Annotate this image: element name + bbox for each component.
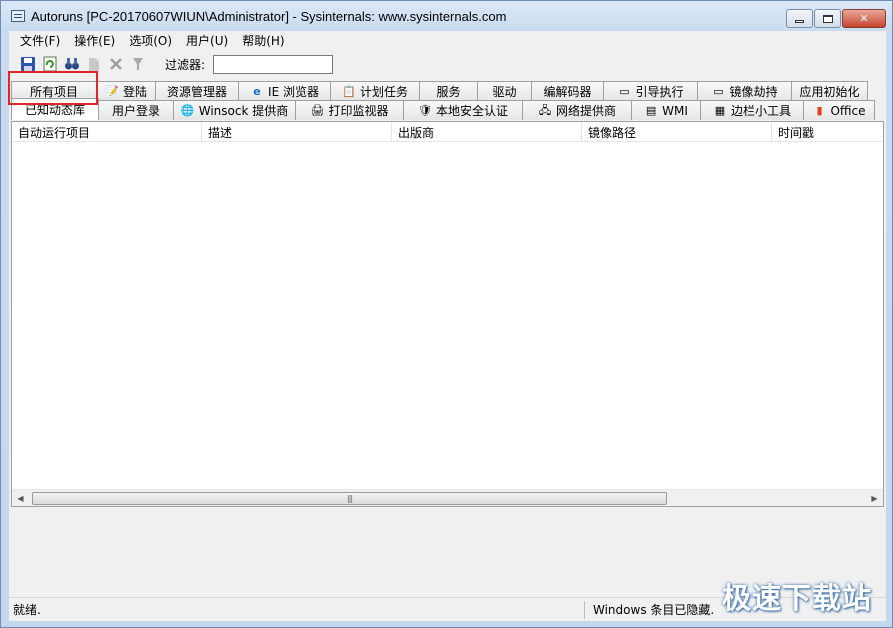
list-header: 自动运行项目 描述 出版商 镜像路径 时间戳 bbox=[12, 122, 883, 142]
column-publisher[interactable]: 出版商 bbox=[392, 122, 582, 142]
minimize-icon bbox=[795, 20, 804, 23]
tab-services[interactable]: 服务 bbox=[419, 81, 478, 101]
menu-action[interactable]: 操作(E) bbox=[67, 32, 122, 49]
filter-label: 过滤器: bbox=[165, 57, 206, 72]
wmi-icon: ▤ bbox=[645, 103, 657, 117]
tab-network-providers[interactable]: 🖧 网络提供商 bbox=[522, 100, 632, 120]
close-icon: ✕ bbox=[859, 12, 869, 25]
tab-sidebar-gadgets[interactable]: ▦ 边栏小工具 bbox=[700, 100, 804, 120]
tab-ie[interactable]: e IE 浏览器 bbox=[238, 81, 331, 101]
tabs-row-1: 所有项目 📝 登陆 资源管理器 e IE 浏览器 📋 计划任务 服务 驱动 编解码器 … bbox=[11, 81, 868, 101]
scroll-left-icon[interactable]: ◀ bbox=[12, 490, 29, 507]
printer-icon: 🖨 bbox=[310, 103, 325, 117]
tab-winlogon[interactable]: 用户登录 bbox=[98, 100, 174, 120]
network-icon: 🖧 bbox=[538, 103, 552, 117]
submit-icon[interactable] bbox=[129, 55, 147, 73]
globe-icon: 🌐 bbox=[180, 103, 195, 117]
tab-explorer[interactable]: 资源管理器 bbox=[155, 81, 239, 101]
tab-scheduled-tasks[interactable]: 📋 计划任务 bbox=[330, 81, 420, 101]
tab-codecs[interactable]: 编解码器 bbox=[531, 81, 604, 101]
client-area: 文件(F) 操作(E) 选项(O) 用户(U) 帮助(H) 过滤器: 所有项目 … bbox=[8, 31, 886, 621]
scroll-right-icon[interactable]: ▶ bbox=[866, 490, 883, 507]
menu-user[interactable]: 用户(U) bbox=[179, 32, 235, 49]
menu-file[interactable]: 文件(F) bbox=[13, 32, 67, 49]
maximize-icon bbox=[822, 14, 833, 23]
tab-boot-execute[interactable]: ▭ 引导执行 bbox=[603, 81, 698, 101]
title-bar[interactable]: Autoruns [PC-20170607WIUN\Administrator]… bbox=[1, 1, 892, 31]
status-separator bbox=[584, 600, 585, 619]
gadget-icon: ▦ bbox=[714, 103, 726, 117]
task-icon: 📋 bbox=[342, 84, 356, 98]
window-controls: ✕ bbox=[786, 9, 886, 28]
menu-options[interactable]: 选项(O) bbox=[122, 32, 179, 49]
office-icon: ▮ bbox=[816, 103, 823, 117]
horizontal-scrollbar[interactable]: ◀ ||| ▶ bbox=[12, 489, 883, 506]
tab-lsa[interactable]: 🛡 本地安全认证 bbox=[403, 100, 523, 120]
filter-input[interactable] bbox=[213, 54, 334, 74]
menu-help[interactable]: 帮助(H) bbox=[235, 32, 291, 49]
column-description[interactable]: 描述 bbox=[202, 122, 392, 142]
window-title: Autoruns [PC-20170607WIUN\Administrator]… bbox=[31, 8, 507, 24]
maximize-button[interactable] bbox=[814, 9, 841, 28]
column-timestamp[interactable]: 时间戳 bbox=[772, 122, 883, 142]
app-icon bbox=[11, 10, 25, 22]
hidden-entries-status: Windows 条目已隐藏. bbox=[593, 603, 715, 617]
logon-icon: 📝 bbox=[105, 84, 119, 98]
menu-bar: 文件(F) 操作(E) 选项(O) 用户(U) 帮助(H) bbox=[9, 31, 886, 50]
column-autorun-entry[interactable]: 自动运行项目 bbox=[12, 122, 202, 142]
window-icon: ▭ bbox=[713, 84, 724, 98]
tab-logon[interactable]: 📝 登陆 bbox=[96, 81, 156, 101]
ie-icon: e bbox=[253, 84, 261, 98]
tab-appinit[interactable]: 应用初始化 bbox=[791, 81, 868, 101]
autoruns-window: Autoruns [PC-20170607WIUN\Administrator]… bbox=[0, 0, 893, 628]
scroll-thumb[interactable]: ||| bbox=[32, 492, 667, 505]
minimize-button[interactable] bbox=[786, 9, 813, 28]
watermark-text: 极速下载站 bbox=[721, 581, 872, 615]
delete-icon[interactable] bbox=[107, 55, 125, 73]
tab-print-monitors[interactable]: 🖨 打印监视器 bbox=[295, 100, 404, 120]
shield-icon: 🛡 bbox=[418, 103, 432, 117]
column-image-path[interactable]: 镜像路径 bbox=[582, 122, 772, 142]
tabs-row-2: 已知动态库 用户登录 🌐 Winsock 提供商 🖨 打印监视器 🛡 本地安全认证 🖧… bbox=[11, 98, 875, 120]
tab-wmi[interactable]: ▤ WMI bbox=[631, 100, 701, 120]
tab-winsock[interactable]: 🌐 Winsock 提供商 bbox=[173, 100, 296, 120]
status-text: 就绪. bbox=[13, 603, 41, 617]
tab-drivers[interactable]: 驱动 bbox=[477, 81, 532, 101]
highlight-box bbox=[8, 71, 98, 105]
tab-image-hijacks[interactable]: ▭ 镜像劫持 bbox=[697, 81, 792, 101]
window-icon: ▭ bbox=[619, 84, 630, 98]
tab-office[interactable]: ▮ Office bbox=[803, 100, 875, 120]
autorun-list[interactable]: 自动运行项目 描述 出版商 镜像路径 时间戳 ◀ ||| ▶ bbox=[11, 121, 884, 507]
close-button[interactable]: ✕ bbox=[842, 9, 886, 28]
